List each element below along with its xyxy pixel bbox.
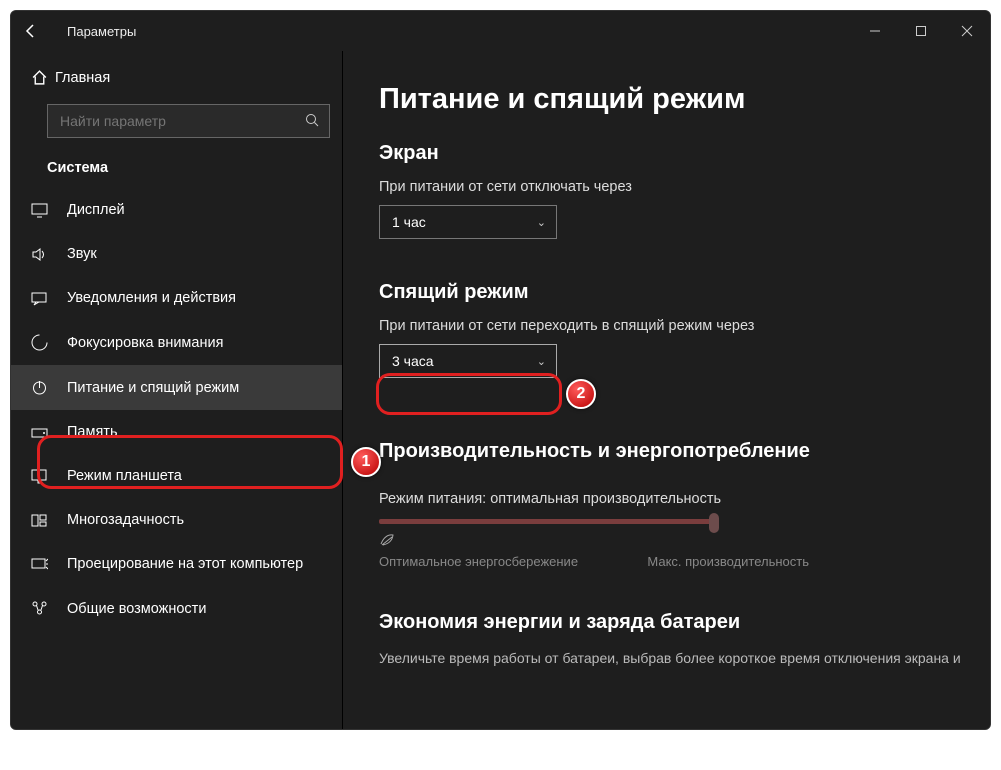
home-icon: [31, 69, 55, 86]
sidebar-item-notifications[interactable]: Уведомления и действия: [11, 276, 342, 320]
sleep-value: 3 часа: [392, 353, 434, 369]
nav-label: Звук: [67, 246, 97, 262]
sidebar-item-power[interactable]: Питание и спящий режим: [11, 365, 342, 410]
tablet-icon: [31, 469, 67, 484]
chevron-down-icon: ⌄: [537, 216, 546, 229]
power-mode-slider[interactable]: [379, 519, 719, 524]
sidebar-item-multitask[interactable]: Многозадачность: [11, 498, 342, 542]
sidebar-item-tablet[interactable]: Режим планшета: [11, 454, 342, 498]
nav-label: Уведомления и действия: [67, 290, 236, 306]
screen-off-label: При питании от сети отключать через: [379, 179, 990, 195]
screen-off-select[interactable]: 1 час ⌄: [379, 205, 557, 239]
battery-text: Увеличьте время работы от батареи, выбра…: [379, 648, 990, 668]
nav-label: Многозадачность: [67, 512, 184, 528]
perf-high-label: Макс. производительность: [647, 554, 809, 569]
window-title: Параметры: [67, 24, 136, 39]
sidebar-item-focus[interactable]: Фокусировка внимания: [11, 320, 342, 365]
projecting-icon: [31, 557, 67, 572]
nav-label: Фокусировка внимания: [67, 335, 223, 351]
back-button[interactable]: [23, 23, 63, 39]
screen-off-value: 1 час: [392, 214, 426, 230]
shared-icon: [31, 600, 67, 617]
leaf-icon: [379, 532, 397, 550]
display-icon: [31, 203, 67, 218]
storage-icon: [31, 425, 67, 440]
maximize-button[interactable]: [898, 11, 944, 51]
chevron-down-icon: ⌄: [537, 355, 546, 368]
nav-label: Дисплей: [67, 202, 125, 218]
page-title: Питание и спящий режим: [379, 83, 990, 116]
nav-label: Проецирование на этот компьютер: [67, 556, 303, 572]
close-button[interactable]: [944, 11, 990, 51]
notifications-icon: [31, 291, 67, 306]
annotation-badge-2: 2: [566, 379, 596, 409]
home-label: Главная: [55, 70, 110, 86]
search-input[interactable]: [47, 104, 330, 138]
sidebar-item-display[interactable]: Дисплей: [11, 188, 342, 232]
search-icon: [304, 112, 320, 128]
battery-heading: Экономия энергии и заряда батареи: [379, 611, 990, 634]
sidebar-item-sound[interactable]: Звук: [11, 232, 342, 276]
screen-heading: Экран: [379, 142, 990, 165]
sleep-label: При питании от сети переходить в спящий …: [379, 318, 990, 334]
perf-heading: Производительность и энергопотребление: [379, 440, 990, 463]
sidebar-item-shared[interactable]: Общие возможности: [11, 586, 342, 631]
sidebar-section-header: Система: [11, 152, 342, 188]
sidebar-item-home[interactable]: Главная: [11, 59, 342, 100]
nav-label: Общие возможности: [67, 601, 206, 617]
sound-icon: [31, 247, 67, 262]
sleep-heading: Спящий режим: [379, 281, 990, 304]
minimize-button[interactable]: [852, 11, 898, 51]
perf-low-label: Оптимальное энергосбережение: [379, 554, 578, 569]
sidebar: Главная Система Дисплей Звук Уведомления…: [11, 51, 343, 729]
nav-label: Режим планшета: [67, 468, 182, 484]
sidebar-item-projecting[interactable]: Проецирование на этот компьютер: [11, 542, 342, 586]
power-mode-label: Режим питания: оптимальная производитель…: [379, 491, 990, 507]
multitask-icon: [31, 513, 67, 528]
annotation-badge-1: 1: [351, 447, 381, 477]
content-pane: Питание и спящий режим Экран При питании…: [343, 51, 990, 729]
sidebar-item-storage[interactable]: Память: [11, 410, 342, 454]
focus-icon: [31, 334, 67, 351]
nav-label: Память: [67, 424, 118, 440]
power-icon: [31, 379, 67, 396]
sleep-select[interactable]: 3 часа ⌄: [379, 344, 557, 378]
nav-label: Питание и спящий режим: [67, 380, 239, 396]
